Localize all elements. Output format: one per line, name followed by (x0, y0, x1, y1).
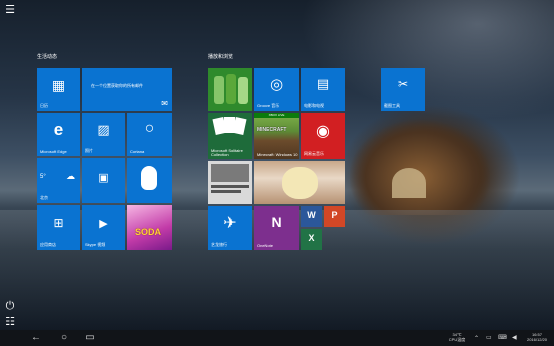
tile-cortana-label: Cortana (130, 149, 145, 154)
back-arrow-icon[interactable]: ← (30, 332, 42, 344)
excel-icon: X (308, 233, 315, 243)
tile-minecraft-label: Minecraft: Windows 10 (257, 152, 298, 157)
tile-films[interactable]: ▤ 电影和电视 (301, 68, 345, 111)
tile-groove[interactable]: ◎ Groove 音乐 (254, 68, 299, 111)
group-label-life[interactable]: 生活动态 (37, 53, 57, 60)
hamburger-menu-icon[interactable]: ☰ (4, 4, 16, 16)
onenote-icon: N (271, 214, 282, 230)
tile-elong[interactable]: ✈ 艺龙旅行 (208, 206, 252, 250)
tile-candy-crush[interactable]: SODA (127, 205, 172, 250)
tile-calendar-label: 日历 (40, 103, 48, 108)
candy-soda-text: SODA (135, 227, 162, 237)
clock-date: 2016/12/20 (526, 337, 548, 342)
photo-subject-image (282, 167, 318, 199)
groove-disc-icon: ◎ (269, 76, 284, 93)
edge-icon: e (53, 120, 64, 139)
tile-skype-video[interactable]: ▶ Skype 视频 (82, 205, 125, 250)
tile-store-label: 应用商店 (40, 242, 56, 247)
minecraft-logo: MINECRAFT (257, 127, 287, 133)
volume-icon[interactable]: ◀ (512, 334, 517, 341)
powerpoint-icon: P (331, 210, 338, 220)
calendar-icon: ▦ (51, 77, 66, 93)
tile-skype-label: Skype 视频 (85, 242, 106, 247)
tile-tablet-mode[interactable]: ▣ (82, 158, 125, 203)
xbox-live-badge: XBOX LIVE (254, 113, 299, 118)
network-icon[interactable]: ▭ (486, 334, 492, 341)
tile-excel[interactable]: X (301, 229, 322, 250)
search-circle-icon[interactable]: ○ (58, 332, 70, 344)
all-apps-list-icon[interactable]: ☷ (4, 316, 16, 328)
cpu-temperature[interactable]: 34℃ CPU温度 (446, 332, 468, 342)
elong-bird-icon: ✈ (223, 215, 237, 232)
clapperboard-icon: ▤ (316, 76, 330, 91)
tile-qq[interactable] (127, 158, 172, 203)
tile-solitaire[interactable]: Microsoft Solitaire Collection (208, 113, 252, 159)
news-headline-image (211, 164, 249, 182)
group-label-play[interactable]: 播放和浏览 (208, 53, 233, 60)
tile-powerpoint[interactable]: P (324, 206, 345, 227)
weather-temp: 5° (40, 174, 46, 180)
tile-snipping-tool[interactable]: ✂ 截图工具 (381, 68, 425, 111)
keyboard-icon[interactable]: ⌨ (498, 334, 507, 341)
tile-groove-label: Groove 音乐 (257, 103, 280, 108)
netease-music-icon: ◉ (316, 123, 330, 140)
tile-photos-label: 照片 (85, 148, 93, 153)
tile-weather-label: 北京 (40, 195, 48, 200)
tile-store[interactable]: ⊞ 应用商店 (37, 205, 80, 250)
news-text-line (211, 185, 249, 188)
start-left-rail: ☰ ⏻ ☷ (0, 0, 20, 330)
weather-cloud-icon: ☁ (66, 171, 75, 181)
video-camera-icon: ▶ (99, 218, 108, 230)
tile-cortana[interactable]: ○ Cortana (127, 113, 172, 156)
cortana-icon: ○ (144, 120, 155, 137)
notification-chevron-icon[interactable]: ⌃ (474, 335, 479, 342)
tile-solitaire-label: Microsoft Solitaire Collection (211, 148, 243, 157)
tile-mail[interactable]: 在一个位置获取你的所有邮件 ✉ (82, 68, 172, 111)
tile-films-label: 电影和电视 (304, 103, 324, 108)
tile-calendar[interactable]: ▦ 日历 (37, 68, 80, 111)
tile-xbox[interactable] (208, 68, 252, 111)
power-icon[interactable]: ⏻ (4, 300, 16, 312)
tile-photos[interactable]: ▨ 照片 (82, 113, 125, 156)
xbox-avatar-figure (226, 74, 236, 104)
snipping-tool-icon: ✂ (397, 77, 409, 91)
clock[interactable]: 16:57 2016/12/20 (523, 332, 551, 342)
tile-elong-label: 艺龙旅行 (211, 242, 227, 247)
tile-weather[interactable]: 5° ☁ 北京 (37, 158, 80, 203)
word-icon: W (307, 210, 316, 220)
tile-mail-text: 在一个位置获取你的所有邮件 (91, 83, 143, 88)
tile-minecraft[interactable]: XBOX LIVE MINECRAFT Minecraft: Windows 1… (254, 113, 299, 159)
rock-arch-image (350, 120, 490, 215)
store-bag-icon: ⊞ (53, 216, 64, 230)
tile-snipping-label: 截图工具 (384, 103, 400, 108)
playing-card-image (232, 117, 247, 135)
qq-penguin-icon (141, 166, 157, 190)
tile-photo-live[interactable] (254, 161, 345, 204)
xbox-avatar-figure (214, 76, 224, 104)
tablet-icon: ▣ (98, 172, 109, 184)
tile-netease-label: 网易云音乐 (304, 151, 324, 156)
mail-icon: ✉ (161, 99, 168, 108)
xbox-avatar-figure (238, 77, 248, 104)
cpu-temp-label: CPU温度 (448, 337, 466, 342)
tile-netease-music[interactable]: ◉ 网易云音乐 (301, 113, 345, 159)
tile-news[interactable] (208, 161, 252, 204)
tile-edge[interactable]: e Microsoft Edge (37, 113, 80, 156)
rock-arch-opening (392, 168, 426, 198)
task-view-icon[interactable]: ▭ (84, 332, 96, 344)
photos-icon: ▨ (97, 122, 110, 137)
tile-word[interactable]: W (301, 206, 322, 227)
news-text-line (211, 190, 241, 193)
tile-onenote[interactable]: N OneNote (254, 206, 299, 250)
tile-edge-label: Microsoft Edge (40, 149, 67, 154)
tile-onenote-label: OneNote (257, 243, 274, 248)
taskbar: ← ○ ▭ 34℃ CPU温度 ⌃ ▭ ⌨ ◀ 16:57 2016/12/20 (0, 330, 554, 346)
